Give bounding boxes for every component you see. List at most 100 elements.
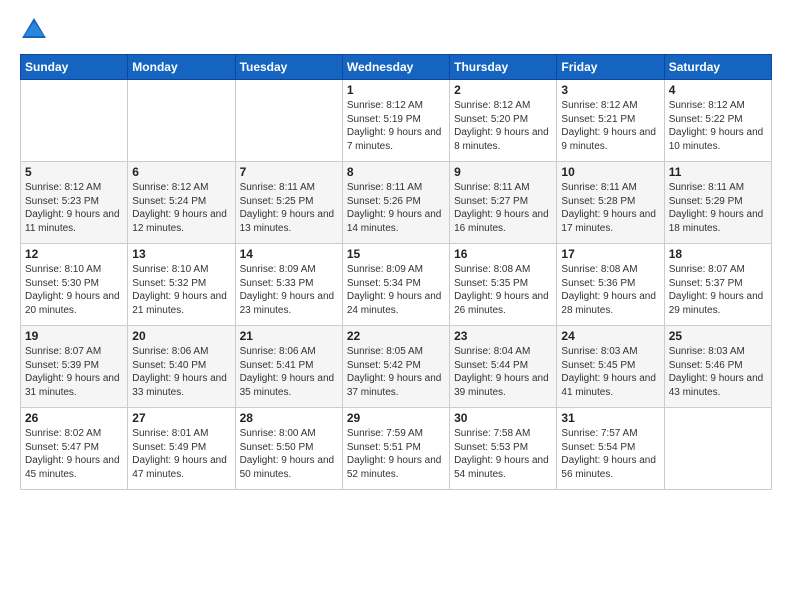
day-number: 26 [25,411,123,425]
day-header-tuesday: Tuesday [235,55,342,80]
day-number: 19 [25,329,123,343]
day-info: Sunrise: 8:09 AM Sunset: 5:33 PM Dayligh… [240,263,338,317]
day-info: Sunrise: 8:03 AM Sunset: 5:46 PM Dayligh… [669,345,767,399]
calendar-cell: 26 Sunrise: 8:02 AM Sunset: 5:47 PM Dayli… [21,408,128,490]
day-number: 3 [561,83,659,97]
day-info: Sunrise: 8:09 AM Sunset: 5:34 PM Dayligh… [347,263,445,317]
day-info: Sunrise: 8:10 AM Sunset: 5:32 PM Dayligh… [132,263,230,317]
day-header-friday: Friday [557,55,664,80]
day-info: Sunrise: 8:12 AM Sunset: 5:24 PM Dayligh… [132,181,230,235]
day-number: 13 [132,247,230,261]
calendar-cell: 24 Sunrise: 8:03 AM Sunset: 5:45 PM Dayli… [557,326,664,408]
day-info: Sunrise: 8:03 AM Sunset: 5:45 PM Dayligh… [561,345,659,399]
day-number: 14 [240,247,338,261]
day-info: Sunrise: 8:06 AM Sunset: 5:40 PM Dayligh… [132,345,230,399]
day-number: 24 [561,329,659,343]
day-info: Sunrise: 8:12 AM Sunset: 5:21 PM Dayligh… [561,99,659,153]
calendar-cell: 31 Sunrise: 7:57 AM Sunset: 5:54 PM Dayli… [557,408,664,490]
day-number: 6 [132,165,230,179]
logo-icon [20,16,48,44]
day-header-thursday: Thursday [450,55,557,80]
day-info: Sunrise: 8:11 AM Sunset: 5:26 PM Dayligh… [347,181,445,235]
calendar-cell: 6 Sunrise: 8:12 AM Sunset: 5:24 PM Daylig… [128,162,235,244]
calendar-cell: 21 Sunrise: 8:06 AM Sunset: 5:41 PM Dayli… [235,326,342,408]
calendar-body: 1 Sunrise: 8:12 AM Sunset: 5:19 PM Daylig… [21,80,772,490]
day-info: Sunrise: 8:11 AM Sunset: 5:28 PM Dayligh… [561,181,659,235]
day-number: 1 [347,83,445,97]
week-row-4: 19 Sunrise: 8:07 AM Sunset: 5:39 PM Dayli… [21,326,772,408]
day-number: 29 [347,411,445,425]
day-info: Sunrise: 8:12 AM Sunset: 5:20 PM Dayligh… [454,99,552,153]
day-number: 17 [561,247,659,261]
calendar-cell: 8Sunrise: 8:11 AM Sunset: 5:26 PM Daylig… [342,162,449,244]
day-number: 22 [347,329,445,343]
day-number: 28 [240,411,338,425]
day-number: 23 [454,329,552,343]
calendar-cell [664,408,771,490]
week-row-5: 26 Sunrise: 8:02 AM Sunset: 5:47 PM Dayli… [21,408,772,490]
day-header-saturday: Saturday [664,55,771,80]
day-info: Sunrise: 8:08 AM Sunset: 5:35 PM Dayligh… [454,263,552,317]
day-number: 20 [132,329,230,343]
day-header-sunday: Sunday [21,55,128,80]
calendar-cell: 12 Sunrise: 8:10 AM Sunset: 5:30 PM Dayli… [21,244,128,326]
day-number: 12 [25,247,123,261]
calendar-cell: 23 Sunrise: 8:04 AM Sunset: 5:44 PM Dayli… [450,326,557,408]
calendar-cell [235,80,342,162]
day-number: 15 [347,247,445,261]
calendar-cell [21,80,128,162]
day-header-monday: Monday [128,55,235,80]
day-info: Sunrise: 8:11 AM Sunset: 5:29 PM Dayligh… [669,181,767,235]
day-number: 2 [454,83,552,97]
day-info: Sunrise: 8:10 AM Sunset: 5:30 PM Dayligh… [25,263,123,317]
day-header-wednesday: Wednesday [342,55,449,80]
day-number: 30 [454,411,552,425]
calendar-cell: 13 Sunrise: 8:10 AM Sunset: 5:32 PM Dayli… [128,244,235,326]
day-info: Sunrise: 8:01 AM Sunset: 5:49 PM Dayligh… [132,427,230,481]
calendar-cell: 4 Sunrise: 8:12 AM Sunset: 5:22 PM Daylig… [664,80,771,162]
calendar-table: SundayMondayTuesdayWednesdayThursdayFrid… [20,54,772,490]
day-info: Sunrise: 8:07 AM Sunset: 5:39 PM Dayligh… [25,345,123,399]
page: SundayMondayTuesdayWednesdayThursdayFrid… [0,0,792,612]
calendar-cell: 2 Sunrise: 8:12 AM Sunset: 5:20 PM Daylig… [450,80,557,162]
day-headers-row: SundayMondayTuesdayWednesdayThursdayFrid… [21,55,772,80]
calendar-cell: 17 Sunrise: 8:08 AM Sunset: 5:36 PM Dayli… [557,244,664,326]
calendar-cell: 3 Sunrise: 8:12 AM Sunset: 5:21 PM Daylig… [557,80,664,162]
calendar-cell: 19 Sunrise: 8:07 AM Sunset: 5:39 PM Dayli… [21,326,128,408]
day-info: Sunrise: 7:57 AM Sunset: 5:54 PM Dayligh… [561,427,659,481]
day-number: 4 [669,83,767,97]
calendar-cell: 16 Sunrise: 8:08 AM Sunset: 5:35 PM Dayli… [450,244,557,326]
header [20,16,772,44]
day-info: Sunrise: 8:08 AM Sunset: 5:36 PM Dayligh… [561,263,659,317]
week-row-3: 12 Sunrise: 8:10 AM Sunset: 5:30 PM Dayli… [21,244,772,326]
day-number: 16 [454,247,552,261]
day-info: Sunrise: 8:07 AM Sunset: 5:37 PM Dayligh… [669,263,767,317]
day-number: 31 [561,411,659,425]
day-number: 11 [669,165,767,179]
day-number: 21 [240,329,338,343]
day-number: 10 [561,165,659,179]
calendar-cell: 25Sunrise: 8:03 AM Sunset: 5:46 PM Dayli… [664,326,771,408]
day-info: Sunrise: 8:12 AM Sunset: 5:22 PM Dayligh… [669,99,767,153]
day-info: Sunrise: 8:12 AM Sunset: 5:23 PM Dayligh… [25,181,123,235]
week-row-2: 5 Sunrise: 8:12 AM Sunset: 5:23 PM Daylig… [21,162,772,244]
calendar-cell: 30 Sunrise: 7:58 AM Sunset: 5:53 PM Dayli… [450,408,557,490]
day-info: Sunrise: 8:04 AM Sunset: 5:44 PM Dayligh… [454,345,552,399]
day-number: 18 [669,247,767,261]
day-info: Sunrise: 8:06 AM Sunset: 5:41 PM Dayligh… [240,345,338,399]
day-number: 5 [25,165,123,179]
calendar-cell: 10 Sunrise: 8:11 AM Sunset: 5:28 PM Dayli… [557,162,664,244]
calendar-cell: 7Sunrise: 8:11 AM Sunset: 5:25 PM Daylig… [235,162,342,244]
day-info: Sunrise: 8:12 AM Sunset: 5:19 PM Dayligh… [347,99,445,153]
calendar-cell [128,80,235,162]
day-info: Sunrise: 8:11 AM Sunset: 5:27 PM Dayligh… [454,181,552,235]
day-number: 27 [132,411,230,425]
calendar-cell: 1 Sunrise: 8:12 AM Sunset: 5:19 PM Daylig… [342,80,449,162]
day-info: Sunrise: 8:02 AM Sunset: 5:47 PM Dayligh… [25,427,123,481]
day-number: 7 [240,165,338,179]
calendar-cell: 9Sunrise: 8:11 AM Sunset: 5:27 PM Daylig… [450,162,557,244]
calendar-header: SundayMondayTuesdayWednesdayThursdayFrid… [21,55,772,80]
day-info: Sunrise: 7:58 AM Sunset: 5:53 PM Dayligh… [454,427,552,481]
calendar-cell: 15 Sunrise: 8:09 AM Sunset: 5:34 PM Dayli… [342,244,449,326]
week-row-1: 1 Sunrise: 8:12 AM Sunset: 5:19 PM Daylig… [21,80,772,162]
